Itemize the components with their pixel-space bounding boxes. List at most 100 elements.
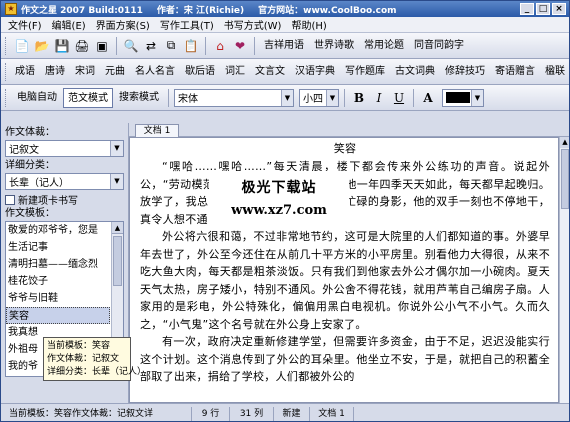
link-vocabulary[interactable]: 词汇 bbox=[221, 62, 249, 82]
home-icon[interactable]: ⌂ bbox=[211, 37, 229, 55]
new-file-icon[interactable]: 📄 bbox=[13, 37, 31, 55]
favorite-icon[interactable]: ❤ bbox=[231, 37, 249, 55]
link-couplets[interactable]: 楹联 bbox=[541, 62, 569, 82]
editor-scrollbar[interactable]: ▲ bbox=[559, 137, 569, 403]
replace-icon[interactable]: ⇄ bbox=[142, 37, 160, 55]
status-state: 新建 bbox=[274, 406, 310, 421]
tooltip-template: 当前模板：笑容 bbox=[47, 341, 111, 351]
tooltip-genre: 作文体裁：记叙文 bbox=[47, 354, 120, 364]
color-swatch bbox=[446, 92, 470, 103]
link-famous-quotes[interactable]: 名人名言 bbox=[131, 62, 179, 82]
window-controls: _ □ × bbox=[520, 3, 569, 15]
document-title: 笑容 bbox=[333, 142, 357, 155]
title-bar: ★ 作文之星 2007 Build:0111 作者：宋 江(Richie) 官方… bbox=[1, 1, 569, 17]
status-bar: 当前模板：笑容作文体裁：记叙文详 9 行 31 列 新建 文档 1 bbox=[1, 403, 569, 421]
find-icon[interactable]: 🔍 bbox=[122, 37, 140, 55]
toolbar-main: 📄 📂 💾 🖨 ▣ 🔍 ⇄ ⧉ 📋 ⌂ ❤ 吉祥用语 世界诗歌 常用论题 同音同… bbox=[1, 33, 569, 59]
checkbox-box[interactable] bbox=[5, 194, 15, 205]
link-song-ci[interactable]: 宋词 bbox=[71, 62, 99, 82]
close-button[interactable]: × bbox=[552, 3, 566, 15]
mode-auto-button[interactable]: 电脑自动 bbox=[13, 88, 61, 108]
link-world-poems[interactable]: 世界诗歌 bbox=[310, 36, 358, 56]
link-idioms[interactable]: 成语 bbox=[11, 62, 39, 82]
link-xiehouyu[interactable]: 歇后语 bbox=[181, 62, 219, 82]
genre-value: 记叙文 bbox=[9, 145, 39, 156]
app-window: ★ 作文之星 2007 Build:0111 作者：宋 江(Richie) 官方… bbox=[0, 0, 570, 422]
underline-button[interactable]: U bbox=[390, 89, 408, 107]
toolbar-reference: 成语 唐诗 宋词 元曲 名人名言 歇后语 词汇 文言文 汉语字典 写作题库 古文… bbox=[1, 59, 569, 85]
toolbar-separator bbox=[344, 88, 345, 107]
chevron-down-icon[interactable]: ▼ bbox=[281, 89, 293, 106]
mode-search-button[interactable]: 搜索模式 bbox=[115, 88, 163, 108]
link-topic-bank[interactable]: 写作题库 bbox=[341, 62, 389, 82]
chevron-down-icon[interactable]: ▼ bbox=[110, 141, 123, 156]
chevron-down-icon[interactable]: ▼ bbox=[471, 89, 483, 106]
scroll-up-icon[interactable]: ▲ bbox=[560, 137, 569, 148]
copy-icon[interactable]: ⧉ bbox=[162, 37, 180, 55]
new-tab-checkbox[interactable]: 新建项卡书写 bbox=[5, 192, 124, 207]
menu-edit[interactable]: 编辑(E) bbox=[47, 17, 91, 32]
minimize-button[interactable]: _ bbox=[520, 3, 534, 15]
list-item[interactable]: 清明扫墓——缅念烈 bbox=[6, 256, 110, 273]
toolbar-grip bbox=[5, 88, 8, 107]
list-item[interactable]: 生活记事 bbox=[6, 239, 110, 256]
list-item[interactable]: 爷爷与旧鞋 bbox=[6, 290, 110, 307]
link-rhetoric[interactable]: 修辞技巧 bbox=[441, 62, 489, 82]
menu-help[interactable]: 帮助(H) bbox=[286, 17, 331, 32]
category-value: 长辈（记人） bbox=[9, 178, 69, 189]
link-classical-chinese[interactable]: 文言文 bbox=[251, 62, 289, 82]
font-select[interactable]: 宋体 ▼ bbox=[174, 88, 294, 107]
open-folder-icon[interactable]: 📂 bbox=[33, 37, 51, 55]
genre-label: 作文体裁： bbox=[5, 127, 55, 138]
menu-tools[interactable]: 写作工具(T) bbox=[155, 17, 219, 32]
link-messages[interactable]: 寄语赠言 bbox=[491, 62, 539, 82]
link-dictionary[interactable]: 汉语字典 bbox=[291, 62, 339, 82]
toolbar-separator bbox=[413, 88, 414, 107]
export-icon[interactable]: ▣ bbox=[93, 37, 111, 55]
mode-sample-button[interactable]: 范文模式 bbox=[63, 87, 113, 108]
status-col: 31 列 bbox=[230, 406, 274, 421]
link-tang-poems[interactable]: 唐诗 bbox=[41, 62, 69, 82]
link-auspicious-phrases[interactable]: 吉祥用语 bbox=[260, 36, 308, 56]
italic-button[interactable]: I bbox=[370, 89, 388, 107]
size-value: 小四 bbox=[303, 94, 323, 105]
toolbar-format: 电脑自动 范文模式 搜索模式 宋体 ▼ 小四 ▼ B I U A ▼ bbox=[1, 85, 569, 111]
text-color-icon[interactable]: A bbox=[419, 89, 437, 107]
toolbar-grip bbox=[5, 62, 6, 81]
paragraph: 有一次，政府决定重新修建学堂，但需要许多资金，由于不足，迟迟没能实行这个计划。这… bbox=[140, 335, 550, 383]
color-select[interactable]: ▼ bbox=[442, 88, 484, 107]
genre-select[interactable]: 记叙文 ▼ bbox=[5, 140, 124, 157]
website-label: 官方网站：www.CoolBoo.com bbox=[258, 5, 397, 16]
list-item-selected[interactable]: 笑容 bbox=[6, 307, 110, 324]
menu-scheme[interactable]: 界面方案(S) bbox=[91, 17, 155, 32]
menu-bar: 文件(F) 编辑(E) 界面方案(S) 写作工具(T) 书写方式(W) 帮助(H… bbox=[1, 17, 569, 33]
paragraph: 外公将六很和蔼，不过非常地节约，这可是大院里的人们都知道的事。外婆早年去世了，外… bbox=[140, 230, 550, 331]
chevron-down-icon[interactable]: ▼ bbox=[110, 174, 123, 189]
watermark: 极光下载站 www.xz7.com bbox=[209, 171, 349, 229]
link-ancient-dictionary[interactable]: 古文词典 bbox=[391, 62, 439, 82]
list-item[interactable]: 敬爱的邓爷爷，您是 bbox=[6, 222, 110, 239]
paste-icon[interactable]: 📋 bbox=[182, 37, 200, 55]
maximize-button[interactable]: □ bbox=[536, 3, 550, 15]
link-common-topics[interactable]: 常用论题 bbox=[360, 36, 408, 56]
save-icon[interactable]: 💾 bbox=[53, 37, 71, 55]
scroll-thumb[interactable] bbox=[561, 149, 569, 209]
list-item[interactable]: 桂花饺子 bbox=[6, 273, 110, 290]
toolbar-separator bbox=[205, 36, 206, 55]
toolbar-grip bbox=[5, 36, 8, 55]
scroll-thumb[interactable] bbox=[113, 236, 122, 286]
menu-file[interactable]: 文件(F) bbox=[3, 17, 47, 32]
bold-button[interactable]: B bbox=[350, 89, 368, 107]
category-select[interactable]: 长辈（记人） ▼ bbox=[5, 173, 124, 190]
watermark-line-1: 极光下载站 bbox=[241, 180, 317, 196]
scroll-up-icon[interactable]: ▲ bbox=[112, 222, 123, 234]
print-icon[interactable]: 🖨 bbox=[73, 37, 91, 55]
link-yuan-qu[interactable]: 元曲 bbox=[101, 62, 129, 82]
toolbar-separator bbox=[116, 36, 117, 55]
tab-document-1[interactable]: 文档 1 bbox=[135, 124, 179, 137]
size-select[interactable]: 小四 ▼ bbox=[299, 88, 339, 107]
template-tooltip: 当前模板：笑容 作文体裁：记叙文 详细分类：长辈（记人） bbox=[43, 337, 146, 381]
menu-writing-mode[interactable]: 书写方式(W) bbox=[219, 17, 287, 32]
chevron-down-icon[interactable]: ▼ bbox=[326, 89, 338, 106]
link-homophones[interactable]: 同音同韵字 bbox=[410, 36, 468, 56]
